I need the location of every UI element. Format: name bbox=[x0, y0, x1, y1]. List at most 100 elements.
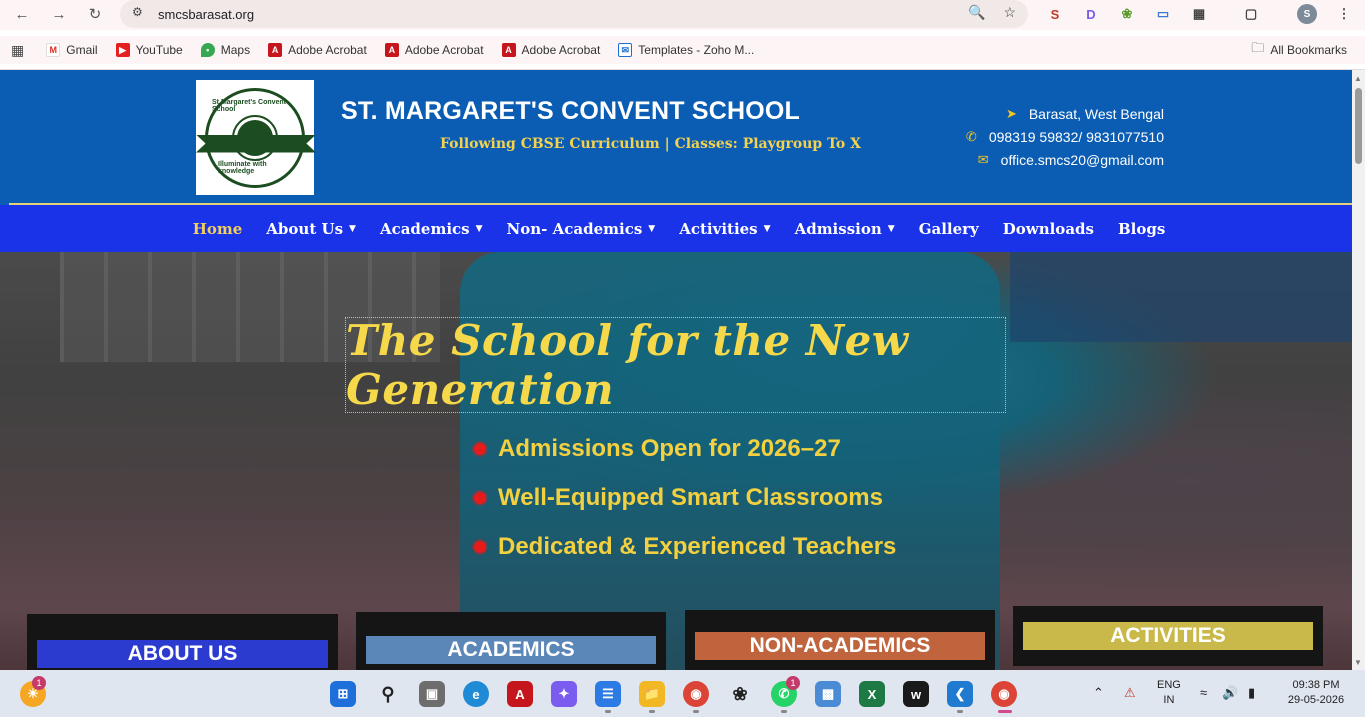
school-subtitle: Following CBSE Curriculum | Classes: Pla… bbox=[440, 136, 861, 152]
search-icon[interactable]: ⚲ bbox=[375, 681, 401, 707]
logo-emblem: St.Margaret's Convent School Illuminate … bbox=[196, 87, 316, 188]
chevron-down-icon: ▼ bbox=[648, 223, 656, 234]
location-arrow-icon: ➤ bbox=[1005, 106, 1017, 121]
bookmark-adobe-acrobat-1[interactable]: A Adobe Acrobat bbox=[268, 43, 367, 57]
start-windows-icon[interactable]: ⊞ bbox=[330, 681, 356, 707]
url-text[interactable]: smcsbarasat.org bbox=[158, 7, 254, 22]
card-about-us-label: ABOUT US bbox=[37, 640, 328, 668]
bookmark-adobe-acrobat-2[interactable]: A Adobe Acrobat bbox=[384, 43, 484, 57]
bookmark-templates-zoho[interactable]: ✉ Templates - Zoho M... bbox=[618, 43, 754, 57]
folder-icon: 🗀 bbox=[1251, 40, 1265, 55]
clock[interactable]: 09:38 PM 29-05-2026 bbox=[1284, 678, 1348, 708]
page-scrollbar[interactable]: ▲ ▼ bbox=[1352, 70, 1365, 670]
logo-bottom-text: Illuminate with knowledge bbox=[218, 160, 267, 175]
excel-icon[interactable]: X bbox=[859, 681, 885, 707]
language-indicator[interactable]: ENG IN bbox=[1157, 678, 1181, 708]
show-hidden-icons[interactable]: ⌃ bbox=[1093, 685, 1104, 700]
notification-badge: 1 bbox=[32, 676, 46, 690]
chrome-icon[interactable]: ◉ bbox=[683, 681, 709, 707]
chevron-down-icon: ▼ bbox=[349, 223, 356, 234]
forward-icon[interactable]: → bbox=[48, 3, 70, 25]
store-icon[interactable]: ▩ bbox=[815, 681, 841, 707]
extension-s-icon[interactable]: S bbox=[1045, 4, 1065, 24]
nav-home[interactable]: Home bbox=[193, 220, 243, 238]
security-tray-icon[interactable]: ⚠ bbox=[1124, 685, 1136, 700]
webex-icon[interactable]: w bbox=[903, 681, 929, 707]
zoom-search-icon[interactable]: 🔍 bbox=[968, 4, 985, 21]
logo-top-text: St.Margaret's Convent School bbox=[212, 98, 287, 113]
nav-about-us[interactable]: About Us ▼ bbox=[266, 220, 356, 238]
extension-leaf-icon[interactable]: ❀ bbox=[1117, 4, 1137, 24]
bookmark-gmail[interactable]: M Gmail bbox=[46, 43, 98, 57]
chatgpt-icon[interactable]: ❀ bbox=[727, 681, 753, 707]
main-navigation: Home About Us ▼ Academics ▼ Non- Academics… bbox=[0, 205, 1352, 252]
school-logo[interactable]: St.Margaret's Convent School Illuminate … bbox=[196, 80, 316, 195]
file-explorer-icon[interactable]: 📁 bbox=[639, 681, 665, 707]
bookmark-adobe-acrobat-3[interactable]: A Adobe Acrobat bbox=[501, 43, 600, 57]
browser-toolbar: ← → ↻ ⚙ smcsbarasat.org 🔍 ☆ S D ❀ ▭ ▦ ▢ … bbox=[0, 0, 1365, 30]
hero-bullet: Admissions Open for 2026–27 bbox=[474, 424, 896, 473]
nav-downloads[interactable]: Downloads bbox=[1003, 220, 1094, 238]
nav-activities[interactable]: Activities ▼ bbox=[679, 220, 770, 238]
scrollbar-thumb[interactable] bbox=[1355, 88, 1362, 164]
reload-icon[interactable]: ↻ bbox=[84, 3, 106, 25]
extensions-puzzle-icon[interactable]: ▦ bbox=[1189, 4, 1209, 24]
extension-d-icon[interactable]: D bbox=[1081, 4, 1101, 24]
extension-doc-icon[interactable]: ▭ bbox=[1153, 4, 1173, 24]
battery-icon[interactable]: ▮ bbox=[1248, 685, 1255, 700]
volume-icon[interactable]: 🔊 bbox=[1222, 685, 1238, 700]
running-indicator bbox=[957, 710, 963, 713]
running-indicator bbox=[649, 710, 655, 713]
nav-blogs[interactable]: Blogs bbox=[1118, 220, 1165, 238]
back-icon[interactable]: ← bbox=[11, 3, 33, 25]
bookmark-star-icon[interactable]: ☆ bbox=[1003, 4, 1016, 21]
contact-phone[interactable]: ✆ 098319 59832/ 9831077510 bbox=[966, 129, 1164, 145]
running-indicator bbox=[781, 710, 787, 713]
nav-admission[interactable]: Admission ▼ bbox=[795, 220, 895, 238]
nav-academics[interactable]: Academics ▼ bbox=[380, 220, 483, 238]
edge-icon[interactable]: e bbox=[463, 681, 489, 707]
scroll-up-icon[interactable]: ▲ bbox=[1354, 74, 1362, 83]
hero-tagline-box: The School for the New Generation bbox=[345, 316, 1006, 414]
task-view-icon[interactable]: ▣ bbox=[419, 681, 445, 707]
school-title[interactable]: ST. MARGARET'S CONVENT SCHOOL bbox=[341, 97, 800, 126]
running-indicator bbox=[693, 710, 699, 713]
clock-date: 29-05-2026 bbox=[1287, 694, 1345, 706]
bookmark-youtube[interactable]: ▶ YouTube bbox=[115, 43, 183, 57]
contact-location: ➤ Barasat, West Bengal bbox=[1005, 106, 1164, 122]
hero-banner: The School for the New Generation Admiss… bbox=[0, 252, 1352, 670]
address-bar[interactable]: ⚙ smcsbarasat.org 🔍 ☆ bbox=[120, 0, 1028, 28]
chevron-down-icon: ▼ bbox=[887, 223, 895, 234]
tab-search-icon[interactable]: ▢ bbox=[1241, 4, 1261, 24]
running-indicator bbox=[998, 710, 1012, 713]
youtube-icon: ▶ bbox=[115, 43, 130, 57]
card-about-us[interactable]: ABOUT US bbox=[27, 614, 338, 670]
notepad-icon[interactable]: ☰ bbox=[595, 681, 621, 707]
browser-menu-icon[interactable]: ⋮ bbox=[1334, 4, 1354, 24]
vscode-icon[interactable]: ❮ bbox=[947, 681, 973, 707]
contact-email[interactable]: ✉ office.smcs20@gmail.com bbox=[978, 152, 1164, 168]
phone-icon: ✆ bbox=[965, 129, 977, 144]
nav-non-academics[interactable]: Non- Academics ▼ bbox=[507, 220, 656, 238]
clock-time: 09:38 PM bbox=[1292, 679, 1340, 691]
chrome-profile-icon[interactable]: ◉ bbox=[991, 681, 1017, 707]
card-activities[interactable]: ACTIVITIES bbox=[1013, 606, 1323, 666]
site-settings-icon[interactable]: ⚙ bbox=[132, 5, 143, 19]
copilot-icon[interactable]: ✦ bbox=[551, 681, 577, 707]
hero-bullet-list: Admissions Open for 2026–27 Well-Equippe… bbox=[474, 424, 896, 571]
nav-gallery[interactable]: Gallery bbox=[919, 220, 979, 238]
all-bookmarks[interactable]: 🗀 All Bookmarks bbox=[1251, 39, 1347, 61]
avatar[interactable]: S bbox=[1297, 4, 1317, 24]
card-activities-label: ACTIVITIES bbox=[1023, 622, 1313, 650]
bullet-dot-icon bbox=[474, 442, 486, 455]
apps-grid-icon[interactable]: ▦ bbox=[11, 42, 24, 59]
scroll-down-icon[interactable]: ▼ bbox=[1354, 658, 1362, 667]
card-academics[interactable]: ACADEMICS bbox=[356, 612, 666, 670]
wifi-icon[interactable]: ≈ bbox=[1200, 685, 1207, 700]
acrobat-taskbar-icon[interactable]: A bbox=[507, 681, 533, 707]
avatar-initial: S bbox=[1303, 8, 1311, 20]
gmail-icon: M bbox=[46, 43, 61, 57]
card-non-academics-label: NON-ACADEMICS bbox=[695, 632, 985, 660]
card-non-academics[interactable]: NON-ACADEMICS bbox=[685, 610, 995, 670]
bookmark-maps[interactable]: • Maps bbox=[200, 43, 250, 57]
